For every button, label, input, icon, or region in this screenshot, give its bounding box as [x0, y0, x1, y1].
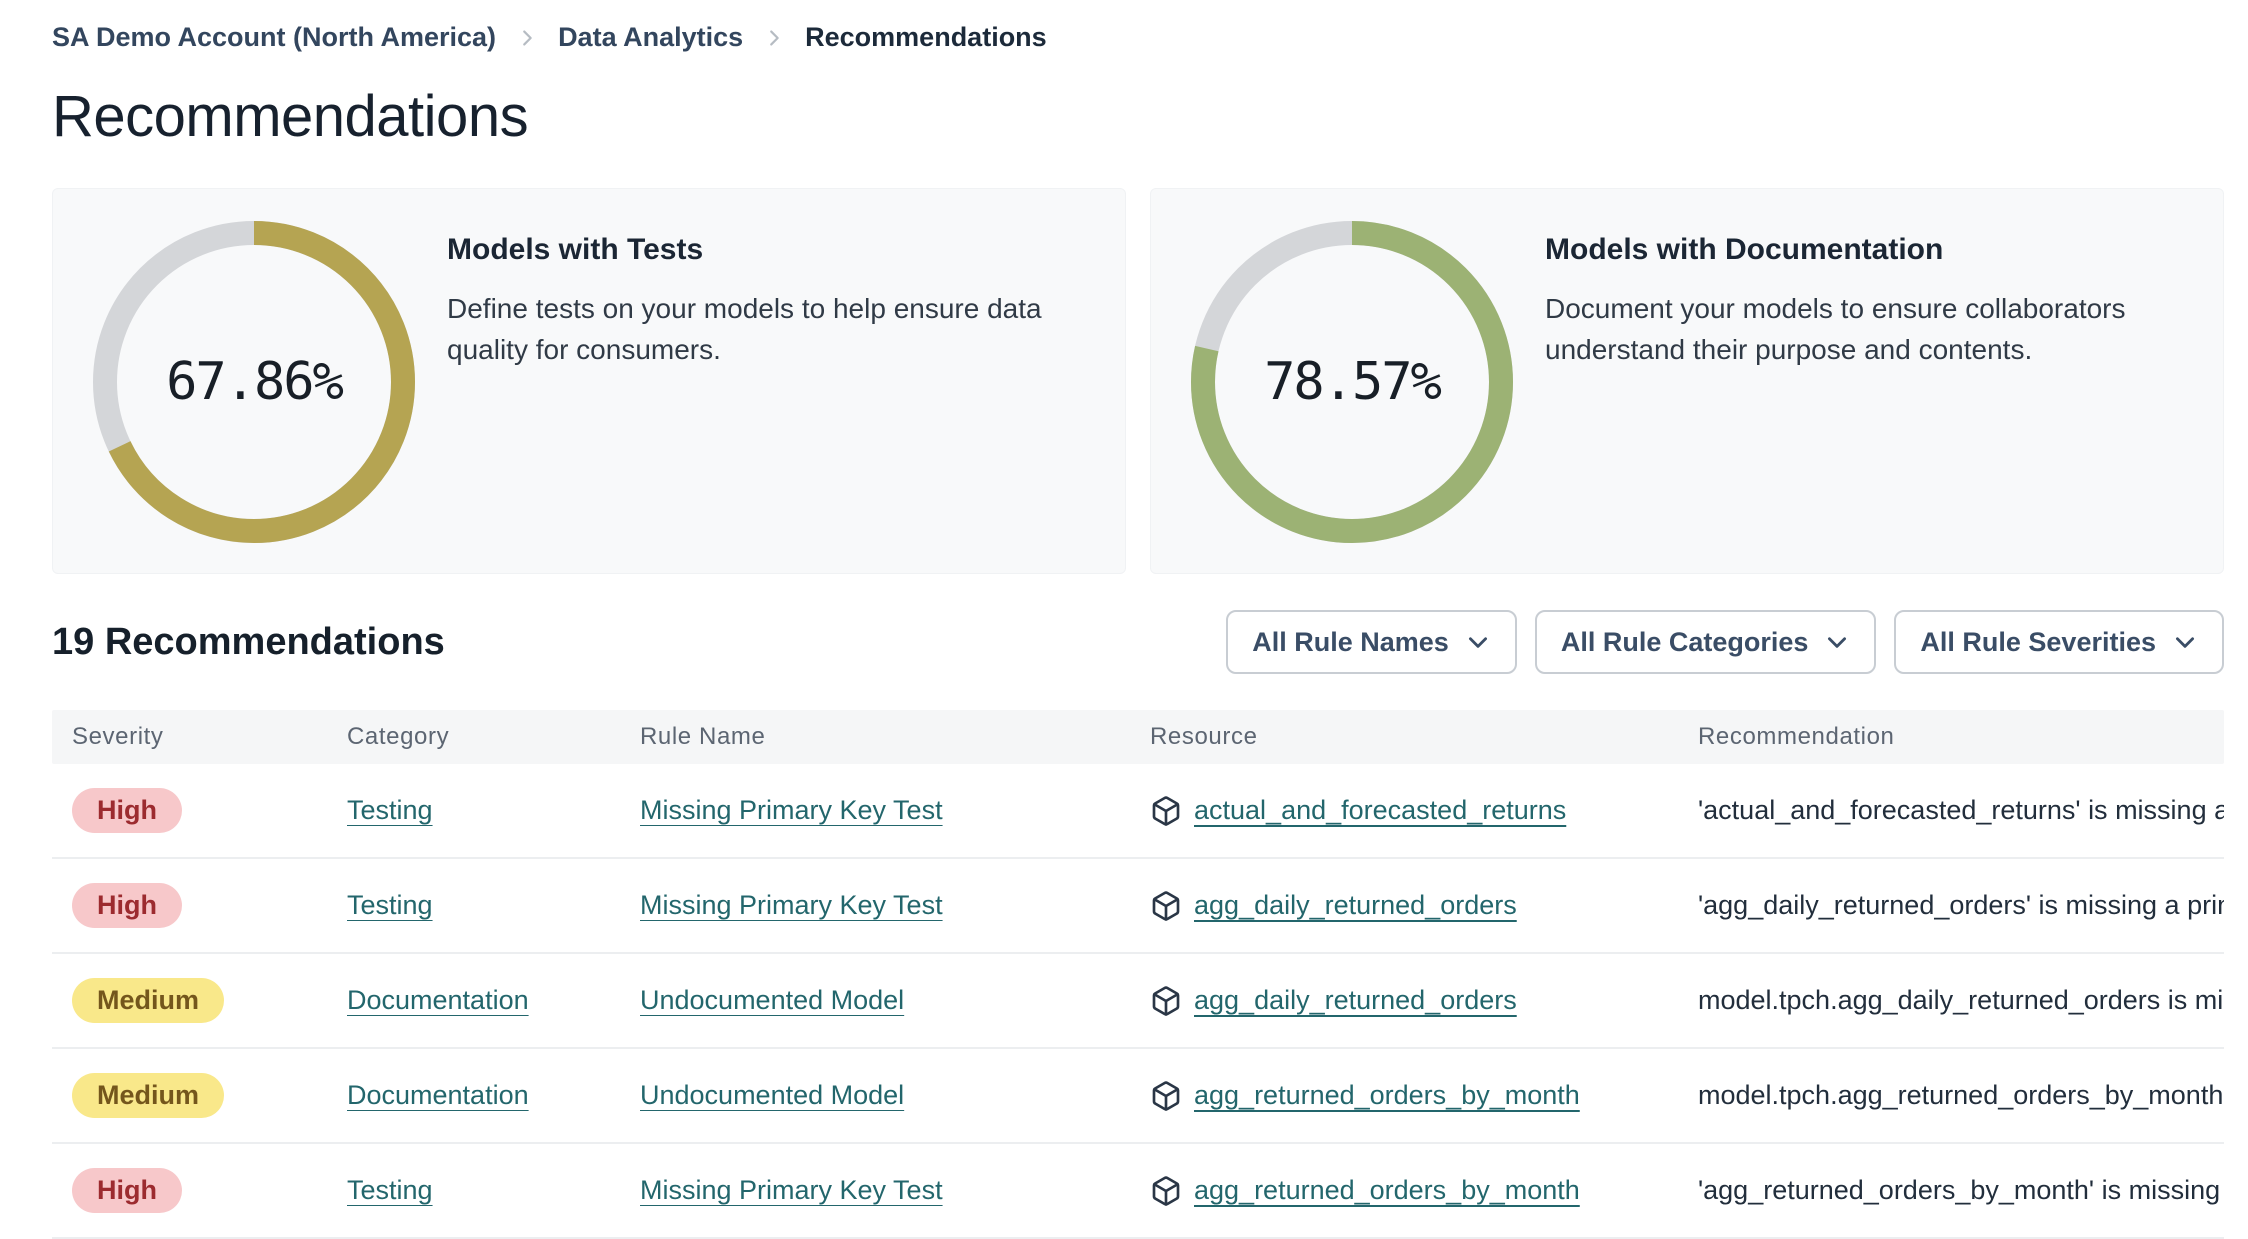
- recommendation-text: model.tpch.agg_daily_returned_orders is …: [1698, 985, 2224, 1015]
- table-row: High Testing Missing Primary Key Test ac…: [52, 764, 2224, 859]
- tests-percent-value: 67.86%: [166, 352, 344, 412]
- breadcrumb: SA Demo Account (North America) Data Ana…: [52, 22, 2224, 53]
- recommendations-count: 19 Recommendations: [52, 620, 445, 663]
- breadcrumb-project-link[interactable]: Data Analytics: [558, 22, 743, 53]
- severity-badge: Medium: [72, 1073, 225, 1118]
- rule-name-link[interactable]: Missing Primary Key Test: [640, 890, 943, 920]
- rule-names-filter[interactable]: All Rule Names: [1226, 610, 1517, 674]
- recommendations-table: Severity Category Rule Name Resource Rec…: [52, 710, 2224, 1239]
- chevron-down-icon: [1468, 637, 1487, 648]
- breadcrumb-current: Recommendations: [805, 22, 1047, 52]
- column-header-rule-name: Rule Name: [640, 723, 766, 750]
- rule-severities-filter[interactable]: All Rule Severities: [1894, 610, 2224, 674]
- model-cube-icon: [1150, 890, 1182, 922]
- rule-name-link[interactable]: Missing Primary Key Test: [640, 795, 943, 825]
- resource-link[interactable]: agg_returned_orders_by_month: [1194, 1175, 1580, 1206]
- summary-cards: 67.86% Models with Tests Define tests on…: [52, 188, 2224, 574]
- card-models-with-documentation: 78.57% Models with Documentation Documen…: [1150, 188, 2224, 574]
- rule-name-link[interactable]: Missing Primary Key Test: [640, 1175, 943, 1205]
- model-cube-icon: [1150, 795, 1182, 827]
- card-title: Models with Tests: [447, 233, 704, 266]
- rule-names-filter-label: All Rule Names: [1252, 626, 1449, 657]
- resource-link[interactable]: actual_and_forecasted_returns: [1194, 795, 1566, 826]
- table-body: High Testing Missing Primary Key Test ac…: [52, 764, 2224, 1239]
- category-link[interactable]: Testing: [347, 890, 433, 920]
- recommendation-text: model.tpch.agg_returned_orders_by_month …: [1698, 1080, 2224, 1110]
- column-header-recommendation: Recommendation: [1698, 723, 1895, 750]
- filter-group: All Rule Names All Rule Categories All R…: [1226, 610, 2224, 674]
- card-description: Define tests on your models to help ensu…: [447, 293, 1042, 365]
- resource-link[interactable]: agg_daily_returned_orders: [1194, 890, 1517, 921]
- resource-link[interactable]: agg_daily_returned_orders: [1194, 985, 1517, 1016]
- recommendation-text: 'actual_and_forecasted_returns' is missi…: [1698, 795, 2224, 825]
- breadcrumb-account-link[interactable]: SA Demo Account (North America): [52, 22, 496, 53]
- rule-name-link[interactable]: Undocumented Model: [640, 985, 904, 1015]
- model-cube-icon: [1150, 1175, 1182, 1207]
- rule-categories-filter-label: All Rule Categories: [1560, 626, 1809, 657]
- card-description: Document your models to ensure collabora…: [1545, 293, 2126, 365]
- docs-percent-value: 78.57%: [1264, 352, 1442, 412]
- table-header: Severity Category Rule Name Resource Rec…: [52, 710, 2224, 764]
- severity-badge: High: [72, 1168, 182, 1213]
- model-cube-icon: [1150, 1080, 1182, 1112]
- recommendations-toolbar: 19 Recommendations All Rule Names All Ru…: [52, 610, 2224, 674]
- table-row: Medium Documentation Undocumented Model …: [52, 1049, 2224, 1144]
- column-header-category: Category: [347, 723, 450, 750]
- category-link[interactable]: Testing: [347, 1175, 433, 1205]
- category-link[interactable]: Testing: [347, 795, 433, 825]
- model-cube-icon: [1150, 985, 1182, 1017]
- severity-badge: High: [72, 883, 182, 928]
- chevron-right-icon: [516, 27, 538, 49]
- severity-badge: High: [72, 788, 182, 833]
- resource-link[interactable]: agg_returned_orders_by_month: [1194, 1080, 1580, 1111]
- chevron-down-icon: [1828, 637, 1847, 648]
- recommendation-text: 'agg_daily_returned_orders' is missing a…: [1698, 890, 2224, 920]
- table-row: High Testing Missing Primary Key Test ag…: [52, 1144, 2224, 1239]
- severity-badge: Medium: [72, 978, 225, 1023]
- docs-donut-chart: 78.57%: [1191, 221, 1513, 543]
- tests-donut-chart: 67.86%: [93, 221, 415, 543]
- category-link[interactable]: Documentation: [347, 1080, 529, 1110]
- category-link[interactable]: Documentation: [347, 985, 529, 1015]
- table-row: High Testing Missing Primary Key Test ag…: [52, 859, 2224, 954]
- chevron-right-icon: [763, 27, 785, 49]
- column-header-resource: Resource: [1150, 723, 1258, 750]
- rule-categories-filter[interactable]: All Rule Categories: [1534, 610, 1877, 674]
- rule-severities-filter-label: All Rule Severities: [1920, 626, 2156, 657]
- column-header-severity: Severity: [72, 723, 164, 750]
- card-models-with-tests: 67.86% Models with Tests Define tests on…: [52, 188, 1126, 574]
- rule-name-link[interactable]: Undocumented Model: [640, 1080, 904, 1110]
- table-row: Medium Documentation Undocumented Model …: [52, 954, 2224, 1049]
- card-title: Models with Documentation: [1545, 233, 1944, 266]
- recommendation-text: 'agg_returned_orders_by_month' is missin…: [1698, 1175, 2224, 1205]
- chevron-down-icon: [2176, 637, 2194, 648]
- recommendations-page: SA Demo Account (North America) Data Ana…: [0, 0, 2248, 1239]
- page-title: Recommendations: [52, 84, 529, 149]
